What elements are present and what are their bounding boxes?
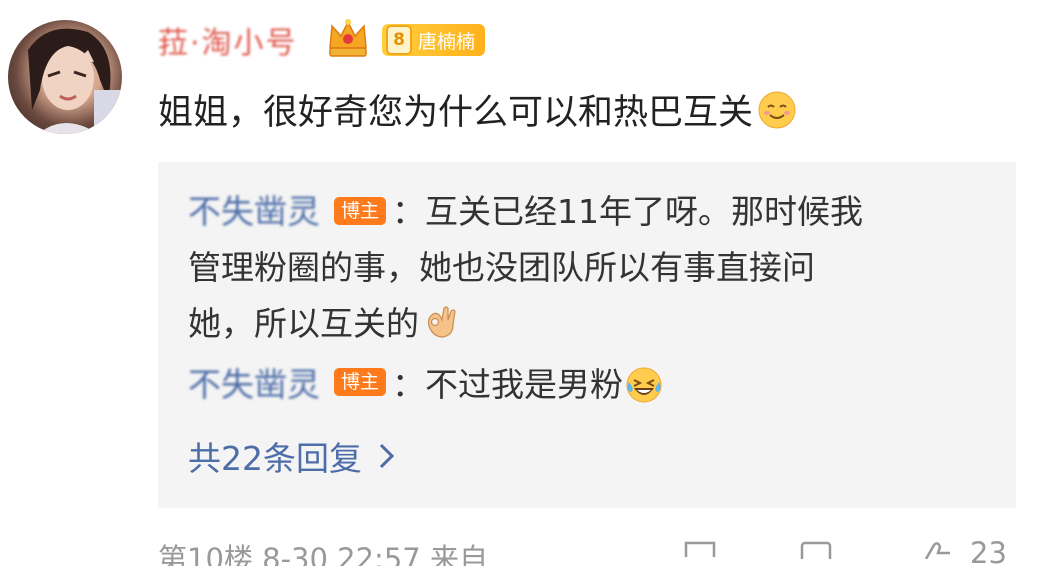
more-replies-link[interactable]: 共22条回复 bbox=[188, 432, 396, 480]
reply-item: 不失凿灵 博主 ：互关已经11年了呀。那时候我 管理粉圈的事，她也没团队所以有事直接… bbox=[188, 184, 863, 352]
replies-panel: 不失凿灵 博主 ：互关已经11年了呀。那时候我 管理粉圈的事，她也没团队所以有事直接… bbox=[158, 162, 1016, 508]
reply-item: 不失凿灵 博主 ：不过我是男粉 bbox=[188, 357, 663, 413]
comment-meta-text: 第10楼 8-30 22:57 来自 bbox=[158, 542, 488, 566]
comment-icon[interactable] bbox=[798, 539, 838, 559]
share-icon[interactable] bbox=[680, 539, 720, 559]
like-icon[interactable] bbox=[918, 539, 958, 559]
avatar-photo bbox=[28, 28, 122, 134]
blogger-badge: 博主 bbox=[334, 368, 387, 396]
crown-icon[interactable] bbox=[326, 18, 370, 60]
comment-text: 姐姐，很好奇您为什么可以和热巴互关 bbox=[158, 93, 754, 133]
username[interactable]: 菈·淘小号 bbox=[158, 20, 298, 61]
laugh-cry-emoji-icon bbox=[626, 367, 662, 403]
reply-line: 她，所以互关的 bbox=[188, 304, 419, 343]
more-replies-label: 共22条回复 bbox=[188, 439, 362, 478]
comment-meta: 第10楼 8-30 22:57 来自 bbox=[158, 536, 1018, 566]
fan-badge-name: 唐楠楠 bbox=[418, 30, 476, 53]
smile-emoji-icon bbox=[758, 91, 796, 128]
reply-author[interactable]: 不失凿灵 bbox=[188, 357, 320, 413]
fan-level-badge: 8 bbox=[386, 25, 412, 55]
avatar[interactable] bbox=[8, 20, 122, 134]
like-count: 23 bbox=[970, 536, 1007, 570]
reply-line: 管理粉圈的事，她也没团队所以有事直接问 bbox=[188, 248, 815, 287]
comment-text-row: 姐姐，很好奇您为什么可以和热巴互关 bbox=[158, 84, 797, 135]
ok-hand-emoji-icon bbox=[427, 306, 456, 338]
reply-line: ：不过我是男粉 bbox=[392, 365, 624, 404]
chevron-right-icon bbox=[379, 443, 395, 469]
reply-author[interactable]: 不失凿灵 bbox=[188, 192, 320, 231]
fan-badge[interactable]: 8 唐楠楠 bbox=[382, 24, 486, 56]
reply-line: ：互关已经11年了呀。那时候我 bbox=[392, 192, 864, 231]
blogger-badge: 博主 bbox=[334, 196, 387, 225]
